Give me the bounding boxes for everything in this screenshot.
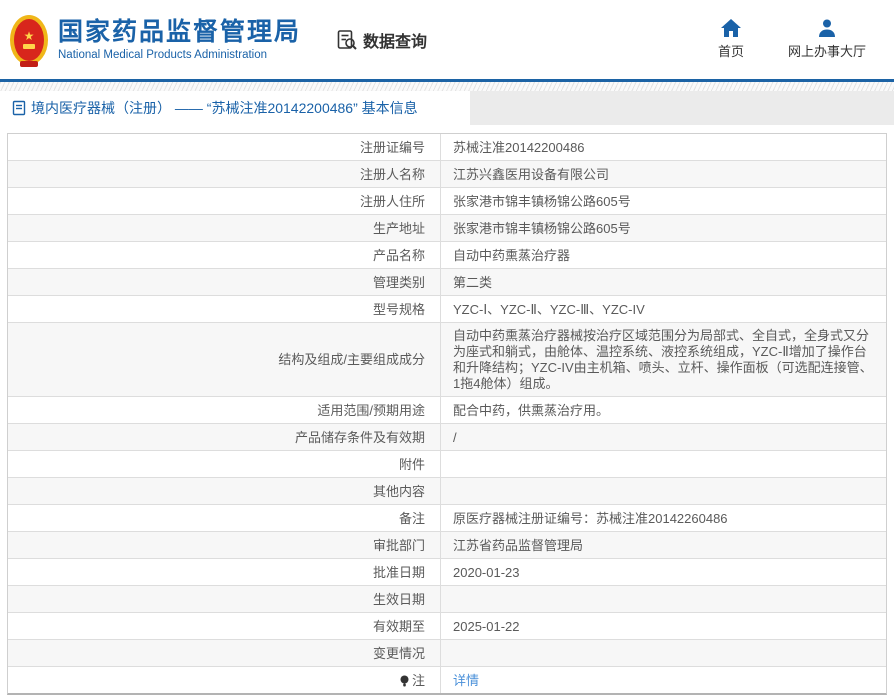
row-label: 变更情况 — [8, 640, 441, 666]
user-icon — [818, 19, 836, 37]
table-row-approval-date: 批准日期 2020-01-23 — [8, 559, 886, 586]
table-row-model-spec: 型号规格 YZC-Ⅰ、YZC-Ⅱ、YZC-Ⅲ、YZC-IV — [8, 296, 886, 323]
row-label: 备注 — [8, 505, 441, 531]
row-label: 注册人名称 — [8, 161, 441, 187]
row-label: 管理类别 — [8, 269, 441, 295]
row-value — [441, 451, 886, 477]
table-row-registrant-name: 注册人名称 江苏兴鑫医用设备有限公司 — [8, 161, 886, 188]
row-label: 其他内容 — [8, 478, 441, 504]
row-value: 配合中药，供熏蒸治疗用。 — [453, 402, 610, 418]
table-row-change-status: 变更情况 — [8, 640, 886, 667]
row-value: 江苏兴鑫医用设备有限公司 — [453, 166, 610, 182]
row-value: 2020-01-23 — [453, 564, 520, 580]
table-row-structure-composition: 结构及组成/主要组成成分 自动中药熏蒸治疗器械按治疗区域范围分为局部式、全自式，… — [8, 323, 886, 397]
nav-online-hall[interactable]: 网上办事大厅 — [788, 19, 866, 60]
note-icon — [400, 675, 409, 687]
registration-info-table: 注册证编号 苏械注准20142200486 注册人名称 江苏兴鑫医用设备有限公司… — [7, 133, 887, 695]
row-value — [441, 478, 886, 504]
table-row-note: 注 详情 — [8, 667, 886, 693]
breadcrumb: 境内医疗器械（注册） —— “苏械注准20142200486” 基本信息 — [0, 91, 470, 125]
row-label: 适用范围/预期用途 — [8, 397, 441, 423]
table-row-product-name: 产品名称 自动中药熏蒸治疗器 — [8, 242, 886, 269]
row-value — [441, 640, 886, 666]
data-query-tab[interactable]: 数据查询 — [335, 28, 427, 52]
row-label: 生产地址 — [8, 215, 441, 241]
row-value: 2025-01-22 — [453, 618, 520, 634]
row-label: 有效期至 — [8, 613, 441, 639]
table-row-reg-cert-no: 注册证编号 苏械注准20142200486 — [8, 134, 886, 161]
row-label: 批准日期 — [8, 559, 441, 585]
table-row-valid-until: 有效期至 2025-01-22 — [8, 613, 886, 640]
home-icon — [720, 19, 741, 37]
nav-home-label: 首页 — [717, 44, 744, 59]
row-label: 结构及组成/主要组成成分 — [8, 323, 441, 396]
row-value: 第二类 — [453, 274, 493, 290]
table-row-storage-validity: 产品储存条件及有效期 / — [8, 424, 886, 451]
table-row-effective-date: 生效日期 — [8, 586, 886, 613]
page-title: 境内医疗器械（注册） —— “苏械注准20142200486” 基本信息 — [31, 100, 418, 116]
document-icon — [12, 100, 26, 116]
nmpa-logo[interactable]: ★ 国家药品监督管理局 National Medical Products Ad… — [10, 14, 302, 65]
data-query-label: 数据查询 — [363, 33, 428, 51]
row-value: 江苏省药品监督管理局 — [453, 537, 584, 553]
header-nav: 首页 网上办事大厅 — [718, 19, 866, 60]
breadcrumb-bar: 境内医疗器械（注册） —— “苏械注准20142200486” 基本信息 — [0, 91, 894, 125]
row-label: 附件 — [8, 451, 441, 477]
row-value: 原医疗器械注册证编号：苏械注准20142260486 — [453, 510, 728, 526]
row-label: 型号规格 — [8, 296, 441, 322]
table-row-approval-department: 审批部门 江苏省药品监督管理局 — [8, 532, 886, 559]
row-label: 注册证编号 — [8, 134, 441, 160]
row-value: 自动中药熏蒸治疗器 — [453, 247, 571, 263]
national-emblem-icon: ★ — [10, 14, 48, 65]
table-row-attachment: 附件 — [8, 451, 886, 478]
row-label: 注 — [8, 667, 441, 693]
document-search-icon — [335, 28, 359, 52]
row-value: 张家港市锦丰镇杨锦公路605号 — [453, 220, 631, 236]
detail-link[interactable]: 详情 — [453, 673, 479, 689]
table-row-intended-use: 适用范围/预期用途 配合中药，供熏蒸治疗用。 — [8, 397, 886, 424]
row-value: 苏械注准20142200486 — [453, 139, 585, 155]
nav-online-hall-label: 网上办事大厅 — [787, 44, 866, 59]
org-name-cn: 国家药品监督管理局 — [58, 18, 302, 47]
row-value — [441, 586, 886, 612]
org-name-en: National Medical Products Administration — [58, 48, 268, 61]
table-row-management-category: 管理类别 第二类 — [8, 269, 886, 296]
hatch-divider — [0, 82, 894, 91]
nav-home[interactable]: 首页 — [718, 19, 744, 60]
row-label: 注册人住所 — [8, 188, 441, 214]
site-header: ★ 国家药品监督管理局 National Medical Products Ad… — [0, 0, 894, 82]
table-row-registrant-address: 注册人住所 张家港市锦丰镇杨锦公路605号 — [8, 188, 886, 215]
row-label: 产品储存条件及有效期 — [8, 424, 441, 450]
row-value: 张家港市锦丰镇杨锦公路605号 — [453, 193, 631, 209]
row-label: 生效日期 — [8, 586, 441, 612]
row-value: YZC-Ⅰ、YZC-Ⅱ、YZC-Ⅲ、YZC-IV — [453, 301, 645, 317]
row-label: 审批部门 — [8, 532, 441, 558]
row-value: 自动中药熏蒸治疗器械按治疗区域范围分为局部式、全自式，全身式又分为座式和躺式，由… — [453, 328, 873, 391]
table-row-production-address: 生产地址 张家港市锦丰镇杨锦公路605号 — [8, 215, 886, 242]
row-value: / — [453, 429, 457, 445]
table-row-remarks: 备注 原医疗器械注册证编号：苏械注准20142260486 — [8, 505, 886, 532]
row-label: 产品名称 — [8, 242, 441, 268]
table-row-other-content: 其他内容 — [8, 478, 886, 505]
